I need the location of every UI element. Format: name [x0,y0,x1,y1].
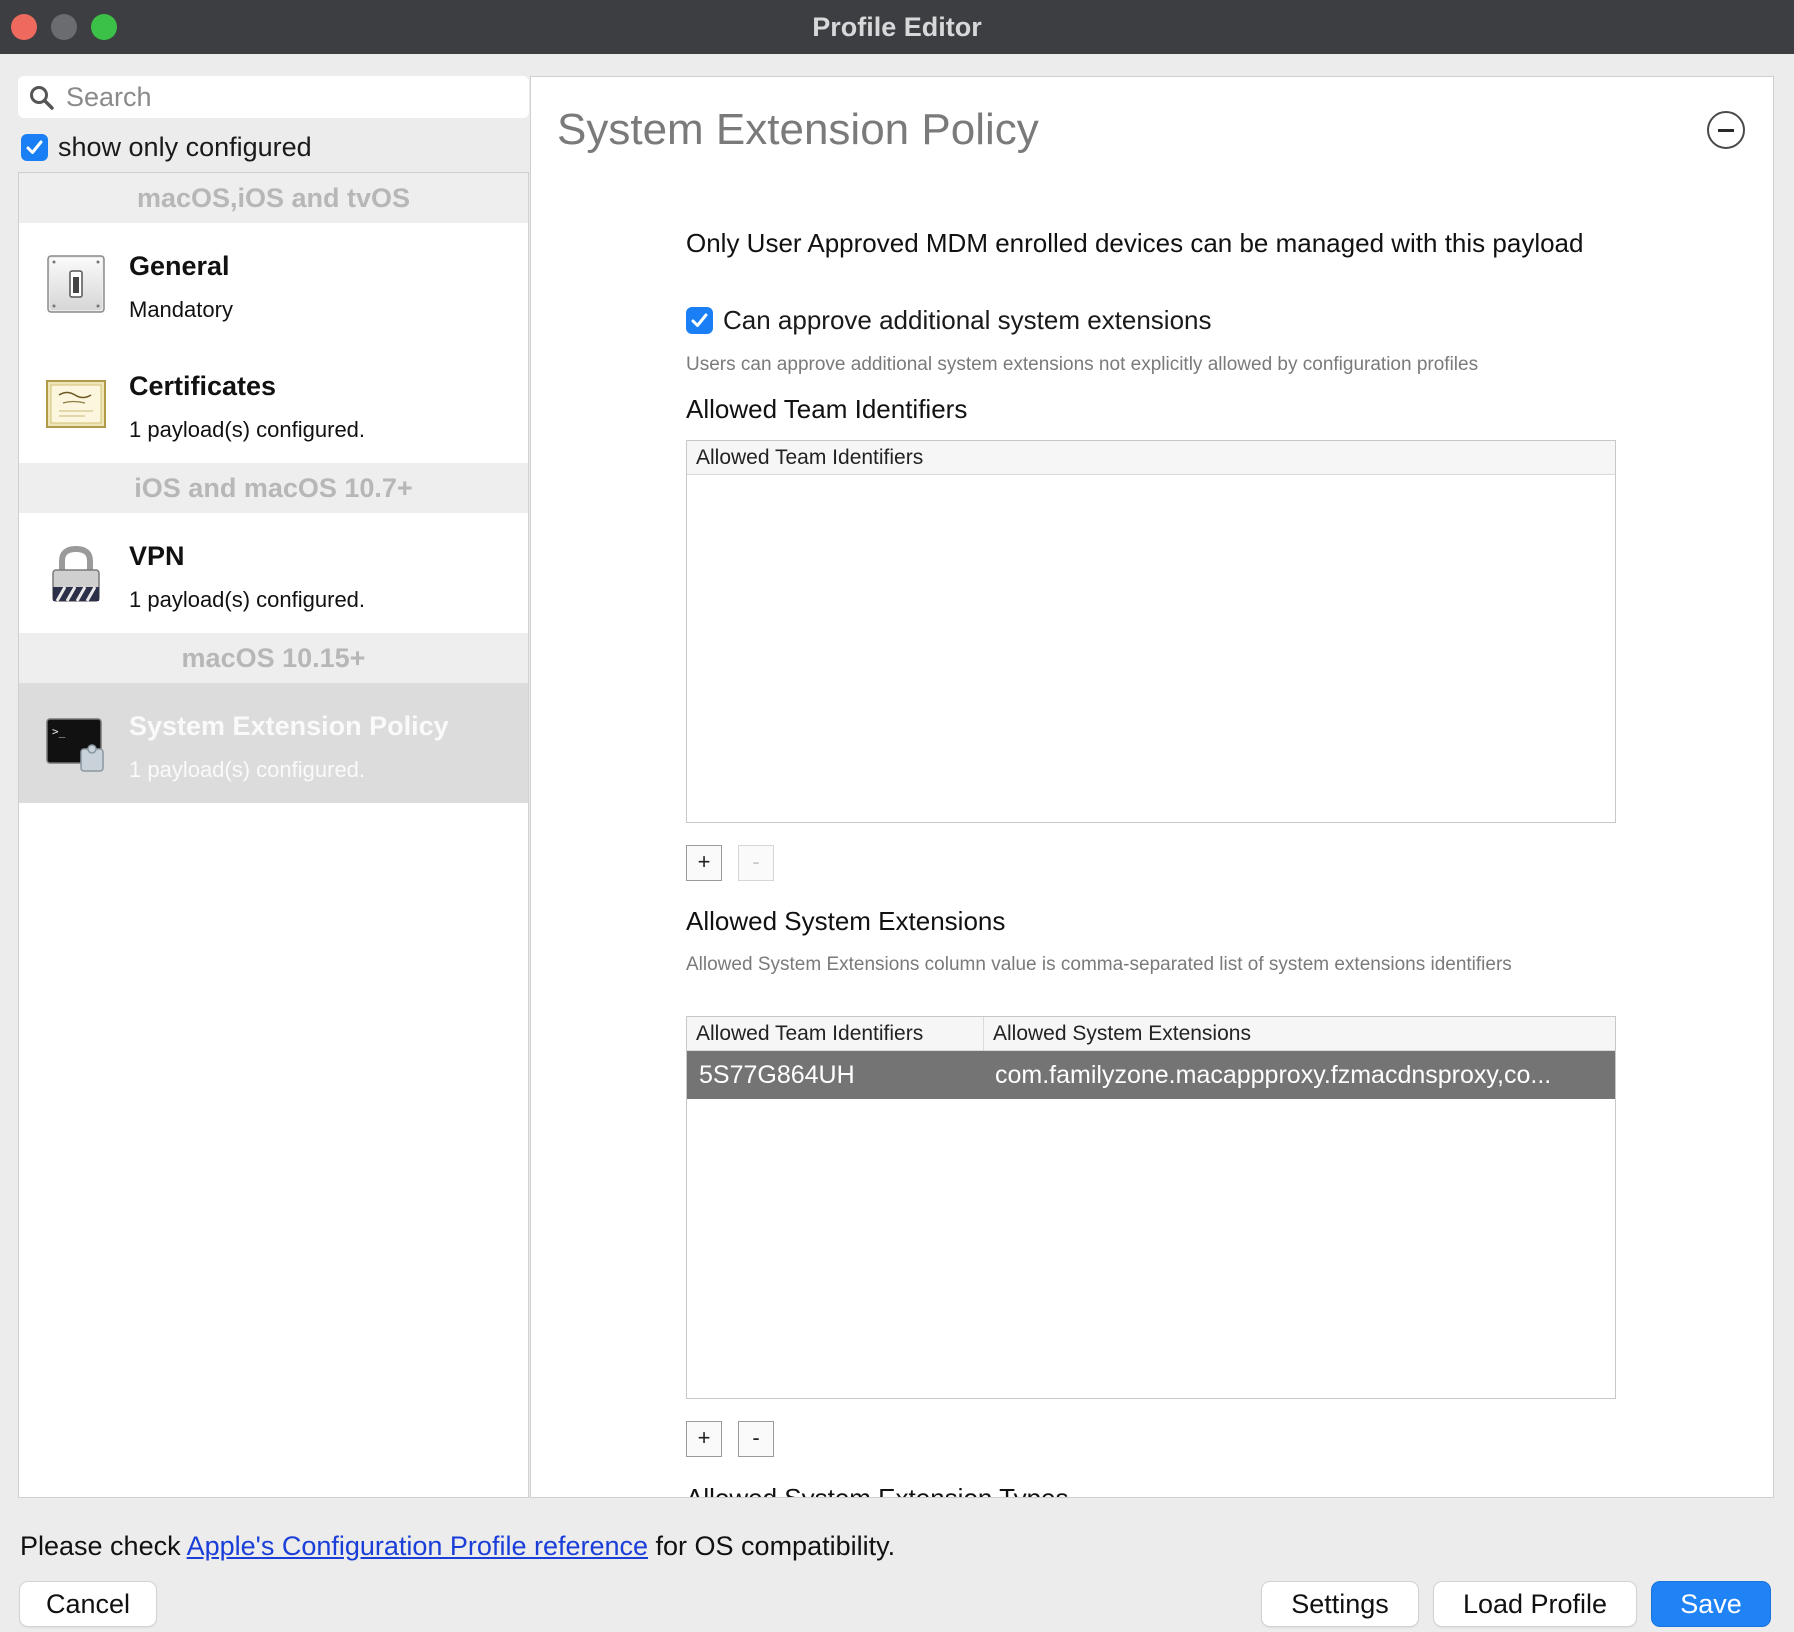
load-profile-button[interactable]: Load Profile [1434,1582,1636,1626]
terminal-extension-icon: >_ [46,718,104,772]
remove-extension-button[interactable]: - [738,1421,774,1457]
vpn-lock-icon [52,545,100,602]
approve-extensions-help: Users can approve additional system exte… [686,354,1479,375]
section-header: iOS and macOS 10.7+ [19,463,528,513]
payload-editor-panel: System Extension Policy Only User Approv… [530,76,1774,1498]
search-field[interactable] [18,76,529,118]
compatibility-prefix: Please check [20,1531,187,1561]
column-header[interactable]: Allowed Team Identifiers [687,441,1615,474]
sys-ext-label: Allowed System Extensions [686,906,1006,936]
show-only-configured-toggle[interactable]: show only configured [21,130,312,164]
extensions-cell[interactable]: com.familyzone.macappproxy.fzmacdnsproxy… [983,1051,1615,1099]
section-header: macOS 10.15+ [19,633,528,683]
minimize-window-button[interactable] [51,14,77,40]
svg-text:>_: >_ [52,725,66,738]
sidebar-item-subtitle: 1 payload(s) configured. [129,757,366,782]
switch-icon [47,255,105,313]
mdm-note: Only User Approved MDM enrolled devices … [686,228,1584,258]
sidebar-item-certificates[interactable]: Certificates 1 payload(s) configured. [19,343,528,463]
approve-extensions-label: Can approve additional system extensions [723,305,1212,335]
cancel-button[interactable]: Cancel [20,1582,156,1626]
title-bar: Profile Editor [0,0,1794,54]
team-ids-label: Allowed Team Identifiers [686,394,968,424]
column-header[interactable]: Allowed Team Identifiers [687,1017,983,1050]
save-button[interactable]: Save [1652,1582,1770,1626]
sys-ext-table[interactable]: Allowed Team Identifiers Allowed System … [686,1016,1616,1399]
show-only-configured-checkbox[interactable] [21,133,48,161]
approve-extensions-checkbox[interactable] [686,307,713,334]
add-extension-button[interactable]: + [686,1421,722,1457]
sidebar-item-general[interactable]: General Mandatory [19,223,528,343]
window-title: Profile Editor [812,11,982,42]
search-icon [30,86,54,110]
sidebar-item-subtitle: 1 payload(s) configured. [129,417,366,442]
team-id-cell[interactable]: 5S77G864UH [687,1051,983,1099]
compatibility-note: Please check Apple's Configuration Profi… [20,1531,895,1562]
payload-list: macOS,iOS and tvOS General Mandatory Cer… [18,172,529,1498]
extension-types-label: Allowed System Extension Types [686,1483,1069,1498]
column-header[interactable]: Allowed System Extensions [983,1017,1615,1050]
sidebar-item-title: VPN [129,541,185,571]
remove-payload-button[interactable] [1707,111,1745,149]
close-window-button[interactable] [11,14,37,40]
show-only-configured-label: show only configured [58,131,312,162]
search-input[interactable] [66,76,516,118]
sidebar-item-subtitle: 1 payload(s) configured. [129,587,366,612]
table-row[interactable]: 5S77G864UH com.familyzone.macappproxy.fz… [687,1051,1615,1099]
compatibility-suffix: for OS compatibility. [648,1531,896,1561]
table-header: Allowed Team Identifiers Allowed System … [687,1017,1615,1051]
sidebar-item-title: System Extension Policy [129,711,449,741]
table-header: Allowed Team Identifiers [687,441,1615,475]
sidebar-item-vpn[interactable]: VPN 1 payload(s) configured. [19,513,528,633]
remove-team-id-button[interactable]: - [738,845,774,881]
page-title: System Extension Policy [557,105,1039,154]
sys-ext-help: Allowed System Extensions column value i… [686,954,1512,975]
sidebar-item-title: Certificates [129,371,277,401]
sidebar-item-system-extension-policy[interactable]: >_ System Extension Policy 1 payload(s) … [19,683,528,803]
team-ids-table[interactable]: Allowed Team Identifiers [686,440,1616,823]
checkmark-icon [691,313,708,327]
section-header: macOS,iOS and tvOS [19,173,528,223]
config-profile-reference-link[interactable]: Apple's Configuration Profile reference [187,1531,648,1561]
sidebar-item-title: General [129,251,230,281]
add-team-id-button[interactable]: + [686,845,722,881]
certificate-icon [46,380,106,428]
approve-extensions-toggle[interactable]: Can approve additional system extensions [686,305,1212,336]
checkmark-icon [26,140,43,154]
zoom-window-button[interactable] [91,14,117,40]
settings-button[interactable]: Settings [1262,1582,1418,1626]
sidebar-item-subtitle: Mandatory [129,297,233,322]
